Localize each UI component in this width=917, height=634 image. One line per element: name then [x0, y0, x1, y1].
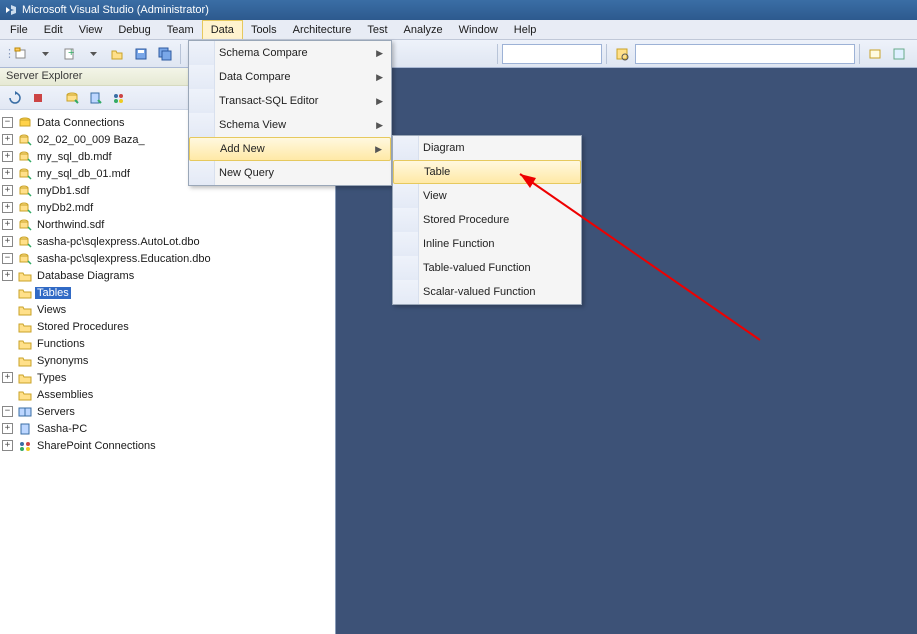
tree-node-server[interactable]: +Sasha-PC [2, 420, 333, 437]
menu-schema-compare[interactable]: Schema Compare▶ [189, 41, 391, 65]
menu-add-new[interactable]: Add New▶ [189, 137, 391, 161]
solution-config-combo[interactable] [502, 44, 602, 64]
window-title: Microsoft Visual Studio (Administrator) [22, 4, 209, 16]
find-button[interactable] [611, 43, 633, 65]
submenu-table-valued-function[interactable]: Table-valued Function [393, 256, 581, 280]
submenu-stored-procedure[interactable]: Stored Procedure [393, 208, 581, 232]
folder-icon [17, 371, 33, 385]
tree-node-servers[interactable]: −Servers [2, 403, 333, 420]
tree-node-synonyms[interactable]: Synonyms [2, 352, 333, 369]
toolbar-separator [180, 44, 181, 64]
submenu-diagram[interactable]: Diagram [393, 136, 581, 160]
submenu-scalar-valued-function[interactable]: Scalar-valued Function [393, 280, 581, 304]
menu-view[interactable]: View [71, 20, 111, 39]
vs-logo-icon [4, 3, 18, 17]
menu-bar: File Edit View Debug Team Data Tools Arc… [0, 20, 917, 40]
menu-window[interactable]: Window [451, 20, 506, 39]
submenu-arrow-icon: ▶ [376, 48, 383, 59]
save-all-button[interactable] [154, 43, 176, 65]
tree-node-db[interactable]: −sasha-pc\sqlexpress.Education.dbo [2, 250, 333, 267]
data-menu-dropdown: Schema Compare▶ Data Compare▶ Transact-S… [188, 40, 392, 186]
tree-node-views[interactable]: Views [2, 301, 333, 318]
misc-button-2[interactable] [888, 43, 910, 65]
svg-text:+: + [68, 47, 74, 59]
toolbar-dropdown-icon[interactable] [34, 43, 56, 65]
tree-node-db[interactable]: +sasha-pc\sqlexpress.AutoLot.dbo [2, 233, 333, 250]
add-new-submenu: Diagram Table View Stored Procedure Inli… [392, 135, 582, 305]
folder-icon [17, 354, 33, 368]
menu-tools[interactable]: Tools [243, 20, 285, 39]
db-icon [17, 167, 33, 181]
toolbar-separator [859, 44, 860, 64]
menu-new-query[interactable]: New Query [189, 161, 391, 185]
menu-help[interactable]: Help [506, 20, 545, 39]
toolbar-dropdown-icon[interactable] [82, 43, 104, 65]
db-icon [17, 252, 33, 266]
menu-test[interactable]: Test [359, 20, 395, 39]
server-explorer-tree[interactable]: −Data Connections +02_02_00_009 Baza_ +m… [0, 110, 335, 634]
menu-debug[interactable]: Debug [110, 20, 158, 39]
tree-node-dbdiagrams[interactable]: +Database Diagrams [2, 267, 333, 284]
folder-icon [17, 286, 33, 300]
db-icon [17, 201, 33, 215]
find-combo[interactable] [635, 44, 855, 64]
servers-icon [17, 405, 33, 419]
menu-schema-view[interactable]: Schema View▶ [189, 113, 391, 137]
connect-server-button[interactable] [84, 87, 106, 109]
title-bar: Microsoft Visual Studio (Administrator) [0, 0, 917, 20]
folder-icon [17, 303, 33, 317]
open-file-button[interactable] [106, 43, 128, 65]
folder-icon [17, 337, 33, 351]
db-group-icon [17, 116, 33, 130]
db-icon [17, 184, 33, 198]
submenu-arrow-icon: ▶ [376, 72, 383, 83]
stop-button[interactable] [27, 87, 49, 109]
db-icon [17, 133, 33, 147]
refresh-button[interactable] [4, 87, 26, 109]
tree-node-db[interactable]: +Northwind.sdf [2, 216, 333, 233]
submenu-arrow-icon: ▶ [376, 96, 383, 107]
toolbar-separator [606, 44, 607, 64]
menu-team[interactable]: Team [159, 20, 202, 39]
menu-architecture[interactable]: Architecture [285, 20, 360, 39]
submenu-inline-function[interactable]: Inline Function [393, 232, 581, 256]
server-icon [17, 422, 33, 436]
submenu-view[interactable]: View [393, 184, 581, 208]
menu-file[interactable]: File [2, 20, 36, 39]
menu-analyze[interactable]: Analyze [396, 20, 451, 39]
menu-edit[interactable]: Edit [36, 20, 71, 39]
tree-node-assemblies[interactable]: Assemblies [2, 386, 333, 403]
submenu-table[interactable]: Table [393, 160, 581, 184]
tree-node-types[interactable]: +Types [2, 369, 333, 386]
toolbar-separator [497, 44, 498, 64]
db-icon [17, 218, 33, 232]
folder-icon [17, 320, 33, 334]
connect-sharepoint-button[interactable] [107, 87, 129, 109]
connect-db-button[interactable] [61, 87, 83, 109]
add-item-button[interactable]: + [58, 43, 80, 65]
menu-tsql-editor[interactable]: Transact-SQL Editor▶ [189, 89, 391, 113]
folder-icon [17, 388, 33, 402]
tree-node-db[interactable]: +myDb2.mdf [2, 199, 333, 216]
folder-icon [17, 269, 33, 283]
tree-node-functions[interactable]: Functions [2, 335, 333, 352]
sharepoint-icon [17, 439, 33, 453]
db-icon [17, 150, 33, 164]
main-toolbar: ⋮ + [0, 40, 917, 68]
submenu-arrow-icon: ▶ [376, 120, 383, 131]
misc-button-1[interactable] [864, 43, 886, 65]
menu-data[interactable]: Data [202, 20, 243, 39]
submenu-arrow-icon: ▶ [375, 144, 382, 155]
tree-node-sharepoint[interactable]: +SharePoint Connections [2, 437, 333, 454]
tree-node-tables[interactable]: Tables [2, 284, 333, 301]
db-icon [17, 235, 33, 249]
save-button[interactable] [130, 43, 152, 65]
new-project-button[interactable] [10, 43, 32, 65]
tree-node-sprocs[interactable]: Stored Procedures [2, 318, 333, 335]
menu-data-compare[interactable]: Data Compare▶ [189, 65, 391, 89]
